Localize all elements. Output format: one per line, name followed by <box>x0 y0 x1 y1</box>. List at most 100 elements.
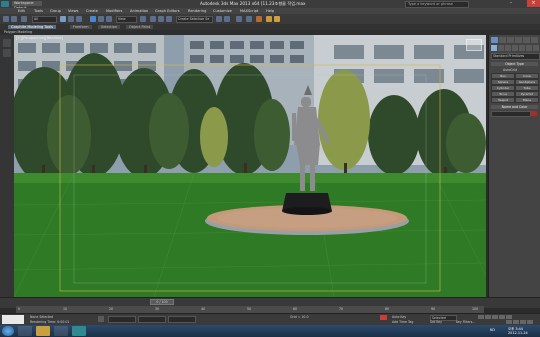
ref-coord-dropdown[interactable]: View <box>116 16 137 23</box>
setkey-button[interactable]: Set Key <box>430 320 442 324</box>
time-slider-handle[interactable]: 0 / 100 <box>150 299 174 305</box>
geometry-icon[interactable] <box>491 45 497 51</box>
workspace-selector[interactable]: Workspace: Default <box>12 1 42 10</box>
clock-date[interactable]: 2012-11-24 <box>508 331 528 335</box>
menu-edit[interactable]: Edit <box>18 9 25 13</box>
media-icon[interactable] <box>54 326 68 336</box>
maxscript-listener[interactable] <box>2 315 24 324</box>
tool-icon[interactable] <box>3 39 11 47</box>
tab-selection[interactable]: Selection <box>98 25 121 29</box>
shapes-icon[interactable] <box>498 45 504 51</box>
align-icon[interactable] <box>224 16 230 22</box>
object-type-rollout[interactable]: Object Type <box>491 62 538 66</box>
close-button[interactable]: × <box>527 0 540 7</box>
named-selection-set[interactable]: Create Selection Se <box>176 16 213 23</box>
primitive-type-dropdown[interactable]: Standard Primitives <box>491 53 540 60</box>
x-coord-field[interactable] <box>108 316 136 323</box>
3dsmax-taskbar-icon[interactable] <box>72 326 86 336</box>
create-tab-icon[interactable] <box>491 37 498 43</box>
percent-snap-icon[interactable] <box>166 16 172 22</box>
menu-help[interactable]: Help <box>266 9 274 13</box>
menu-group[interactable]: Group <box>50 9 61 13</box>
tool-icon[interactable] <box>3 49 11 57</box>
perspective-viewport[interactable]: [+][Perspective][Realistic] <box>14 35 486 297</box>
pan-icon[interactable] <box>513 320 519 324</box>
pivot-icon[interactable] <box>140 16 146 22</box>
menu-rendering[interactable]: Rendering <box>188 9 206 13</box>
play-icon[interactable] <box>492 315 498 319</box>
viewcube[interactable] <box>466 39 482 51</box>
select-name-icon[interactable] <box>68 16 74 22</box>
track-bar[interactable]: 0 10 20 30 40 50 60 70 80 90 100 <box>16 306 484 313</box>
add-time-tag[interactable]: Add Time Tag <box>392 320 413 324</box>
menu-maxscript[interactable]: MAXScript <box>240 9 258 13</box>
systems-icon[interactable] <box>533 45 539 51</box>
object-color-swatch[interactable] <box>531 111 537 116</box>
zoom-icon[interactable] <box>506 320 512 324</box>
minimize-button[interactable]: – <box>506 0 516 7</box>
autokey-button[interactable]: Auto Key <box>392 315 406 319</box>
search-input[interactable]: Type a keyword or phrase <box>405 1 469 8</box>
start-button-icon[interactable] <box>2 326 14 336</box>
layer-icon[interactable] <box>236 16 242 22</box>
region-select-icon[interactable] <box>76 16 82 22</box>
object-name-input[interactable] <box>491 111 531 117</box>
record-icon[interactable] <box>380 315 387 320</box>
goto-end-icon[interactable] <box>506 315 512 319</box>
redo-icon[interactable] <box>11 16 17 22</box>
viewport-label[interactable]: [+][Perspective][Realistic] <box>16 36 63 40</box>
autogrid-checkbox[interactable]: AutoGrid <box>503 68 517 72</box>
app-logo-icon[interactable] <box>1 1 9 7</box>
polygon-modeling-label[interactable]: Polygon Modeling <box>4 30 32 34</box>
mirror-icon[interactable] <box>216 16 222 22</box>
helpers-icon[interactable] <box>519 45 525 51</box>
language-indicator[interactable]: KO <box>490 328 495 332</box>
curve-editor-icon[interactable] <box>246 16 252 22</box>
snap-icon[interactable] <box>150 16 156 22</box>
material-editor-icon[interactable] <box>256 16 262 22</box>
cameras-icon[interactable] <box>512 45 518 51</box>
selection-filter[interactable]: All <box>32 16 57 23</box>
move-icon[interactable] <box>90 16 96 22</box>
menu-animation[interactable]: Animation <box>130 9 148 13</box>
link-icon[interactable] <box>21 16 27 22</box>
orbit-icon[interactable] <box>520 320 526 324</box>
scale-icon[interactable] <box>106 16 112 22</box>
tab-freeform[interactable]: Freeform <box>70 25 92 29</box>
motion-tab-icon[interactable] <box>515 37 522 43</box>
teapot-button[interactable]: Teapot <box>491 97 515 103</box>
rotate-icon[interactable] <box>98 16 104 22</box>
plane-button[interactable]: Plane <box>515 97 539 103</box>
utilities-tab-icon[interactable] <box>531 37 538 43</box>
render-setup-icon[interactable] <box>266 16 272 22</box>
menu-graph-editors[interactable]: Graph Editors <box>155 9 180 13</box>
display-tab-icon[interactable] <box>523 37 530 43</box>
maximize-viewport-icon[interactable] <box>527 320 533 324</box>
explorer-icon[interactable] <box>36 326 50 336</box>
maximize-button[interactable] <box>516 0 526 7</box>
lock-selection-icon[interactable] <box>98 316 104 322</box>
goto-start-icon[interactable] <box>478 315 484 319</box>
z-coord-field[interactable] <box>168 316 196 323</box>
menu-modifiers[interactable]: Modifiers <box>106 9 122 13</box>
lights-icon[interactable] <box>505 45 511 51</box>
menu-views[interactable]: Views <box>68 9 78 13</box>
ie-icon[interactable] <box>18 326 32 336</box>
key-filters-button[interactable]: Key Filters... <box>456 320 475 324</box>
name-color-rollout[interactable]: Name and Color <box>491 105 538 109</box>
menu-customize[interactable]: Customize <box>213 9 232 13</box>
tab-graphite-modeling[interactable]: Graphite Modeling Tools <box>8 25 57 29</box>
undo-icon[interactable] <box>3 16 9 22</box>
angle-snap-icon[interactable] <box>158 16 164 22</box>
render-icon[interactable] <box>274 16 280 22</box>
prev-frame-icon[interactable] <box>485 315 491 319</box>
menu-create[interactable]: Create <box>86 9 98 13</box>
spacewarps-icon[interactable] <box>526 45 532 51</box>
hierarchy-tab-icon[interactable] <box>507 37 514 43</box>
select-icon[interactable] <box>60 16 66 22</box>
modify-tab-icon[interactable] <box>499 37 506 43</box>
next-frame-icon[interactable] <box>499 315 505 319</box>
tab-object-paint[interactable]: Object Paint <box>126 25 154 29</box>
y-coord-field[interactable] <box>138 316 166 323</box>
menu-tools[interactable]: Tools <box>34 9 43 13</box>
